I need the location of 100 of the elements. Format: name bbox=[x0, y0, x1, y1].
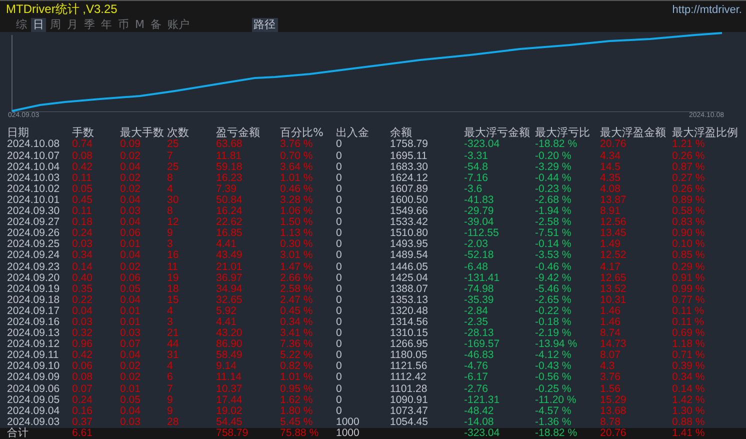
period-tab[interactable]: M bbox=[133, 18, 146, 32]
period-tab[interactable]: 周 bbox=[48, 18, 63, 32]
table-cell-text: 0.24 bbox=[72, 228, 94, 240]
table-cell-text: 63.68 bbox=[216, 139, 244, 151]
table-cell-text: 2024.09.19 bbox=[7, 284, 61, 295]
table-cell-text: 0.05 bbox=[120, 394, 142, 406]
table-cell-text: 0.04 bbox=[72, 306, 94, 317]
table-cell-text: 11.81 bbox=[216, 150, 242, 162]
period-tab[interactable]: 币 bbox=[116, 18, 131, 32]
table-cell-text: 50.84 bbox=[216, 194, 244, 206]
table-cell-text: 0.06 bbox=[120, 228, 142, 240]
table-cell-text: 0.26 % bbox=[672, 184, 706, 195]
path-button[interactable]: 路径 bbox=[252, 18, 278, 32]
table-cell-text: 0.34 bbox=[72, 250, 94, 262]
table-cell-text: 0.07 bbox=[72, 384, 94, 395]
table-cell-text: 0.32 bbox=[72, 328, 94, 340]
table-cell-text: 0 bbox=[336, 284, 343, 295]
table-cell-text: 0.11 bbox=[72, 206, 93, 218]
period-tab[interactable]: 季 bbox=[82, 18, 97, 32]
table-cell-text: 4.35 bbox=[600, 172, 622, 184]
table-cell-text: 0.03 bbox=[120, 328, 142, 340]
table-cell-text: 0 bbox=[336, 294, 343, 306]
table-cell-text: 1073.47 bbox=[390, 406, 429, 417]
table-cell-text: 0.04 bbox=[120, 194, 142, 206]
table-cell-text: -2.84 bbox=[464, 306, 489, 317]
table-cell-text: 1.62 % bbox=[280, 394, 314, 406]
table-cell-text: 0 bbox=[336, 361, 343, 372]
table-cell-text: 2024.09.26 bbox=[7, 228, 61, 240]
table-cell-text: 9 bbox=[167, 394, 174, 406]
table-cell-text: 20.76 bbox=[600, 428, 628, 439]
table-cell-text: 2024.09.03 bbox=[7, 416, 61, 428]
table-cell-text: 4.17 bbox=[600, 262, 622, 273]
table-cell-text: 0.04 bbox=[120, 406, 142, 417]
table-cell-text: 0 bbox=[336, 406, 343, 417]
table-cell-text: -54.8 bbox=[464, 162, 489, 173]
table-cell-text: 0.27 % bbox=[672, 172, 706, 184]
table-cell-text: 0.95 % bbox=[280, 384, 314, 395]
table-cell-text: 14.73 bbox=[600, 339, 628, 350]
period-tab[interactable]: 年 bbox=[99, 18, 114, 32]
table-cell-text: -0.22 % bbox=[535, 306, 572, 317]
table-cell-text: 1388.07 bbox=[390, 284, 429, 295]
table-cell-text: 1.18 % bbox=[672, 339, 706, 350]
table-cell-text: 0.87 % bbox=[672, 162, 706, 173]
period-tab[interactable]: 日 bbox=[31, 18, 46, 32]
table-cell-text: 0 bbox=[336, 272, 343, 284]
table-cell-text: 0.40 bbox=[72, 272, 94, 284]
table-cell-text: 6 bbox=[167, 372, 174, 384]
table-cell-text: 1.46 bbox=[600, 316, 622, 328]
table-cell-text: -18.82 % bbox=[535, 139, 578, 151]
period-tab[interactable]: 月 bbox=[65, 18, 80, 32]
table-cell-text: 0.02 bbox=[120, 361, 142, 372]
table-cell-text: 0.42 bbox=[72, 162, 94, 173]
table-cell-text: 0.46 % bbox=[280, 184, 314, 195]
table-cell-text: 13.52 bbox=[600, 284, 628, 295]
column-header: 次数 bbox=[167, 126, 190, 140]
table-cell-text: 0 bbox=[336, 206, 343, 218]
table-cell-text: 15.29 bbox=[600, 394, 628, 406]
table-cell-text: 1683.30 bbox=[390, 162, 429, 173]
table-cell-text: -48.42 bbox=[464, 406, 495, 417]
period-tab[interactable]: 账户 bbox=[166, 18, 192, 32]
table-cell-text: 2024.09.09 bbox=[7, 372, 61, 384]
period-tab[interactable]: 综 bbox=[14, 18, 29, 32]
table-cell-text: 1.42 % bbox=[672, 394, 706, 406]
table-cell-text: 1446.05 bbox=[390, 262, 429, 273]
table-cell-text: 28 bbox=[167, 416, 180, 428]
table-cell-text: 36.97 bbox=[216, 272, 244, 284]
table-cell-text: 0.06 bbox=[120, 272, 142, 284]
table-cell-text: 2024.09.20 bbox=[7, 272, 61, 284]
website-link[interactable]: http://mtdriver. bbox=[672, 4, 742, 16]
table-cell-text: -7.16 bbox=[464, 172, 489, 184]
table-cell-text: 1121.56 bbox=[390, 361, 428, 372]
table-cell-text: 0 bbox=[336, 194, 343, 206]
table-cell-text: 2024.09.04 bbox=[7, 406, 61, 417]
table-cell-text: 0 bbox=[336, 172, 343, 184]
table-cell-text: 0.01 bbox=[120, 316, 142, 328]
table-cell-text: 0 bbox=[336, 372, 343, 384]
table-cell-text: 34.94 bbox=[216, 284, 244, 295]
table-cell-text: 5.45 % bbox=[280, 416, 314, 428]
column-header: 日期 bbox=[7, 126, 30, 140]
table-cell-text: 1.06 % bbox=[280, 206, 314, 218]
table-cell-text: 0 bbox=[336, 239, 343, 250]
table-cell-text: 1266.95 bbox=[390, 339, 429, 350]
table-cell-text: 0.08 bbox=[72, 372, 94, 384]
column-header: 百分比% bbox=[280, 126, 324, 140]
table-cell-text: 7 bbox=[167, 384, 174, 395]
table-cell-text: 2.66 % bbox=[280, 272, 314, 284]
table-cell-text: 合计 bbox=[7, 428, 30, 439]
table-cell-text: 2024.09.13 bbox=[7, 328, 61, 340]
table-cell-text: 1314.56 bbox=[390, 316, 429, 328]
period-tab[interactable]: 备 bbox=[148, 18, 164, 32]
table-cell-text: 0.34 % bbox=[672, 372, 706, 384]
table-cell-text: 0.09 bbox=[120, 139, 142, 151]
table-cell-text: -9.42 % bbox=[535, 272, 572, 284]
table-cell-text: 1.01 % bbox=[280, 172, 314, 184]
table-cell-text: 0.34 % bbox=[280, 316, 314, 328]
table-cell-text: -3.53 % bbox=[535, 250, 572, 262]
table-cell-text: 0.91 % bbox=[672, 272, 706, 284]
column-header: 余额 bbox=[390, 126, 413, 140]
table-cell-text: 0.03 bbox=[72, 316, 94, 328]
table-cell-text: 5.92 bbox=[216, 306, 238, 317]
